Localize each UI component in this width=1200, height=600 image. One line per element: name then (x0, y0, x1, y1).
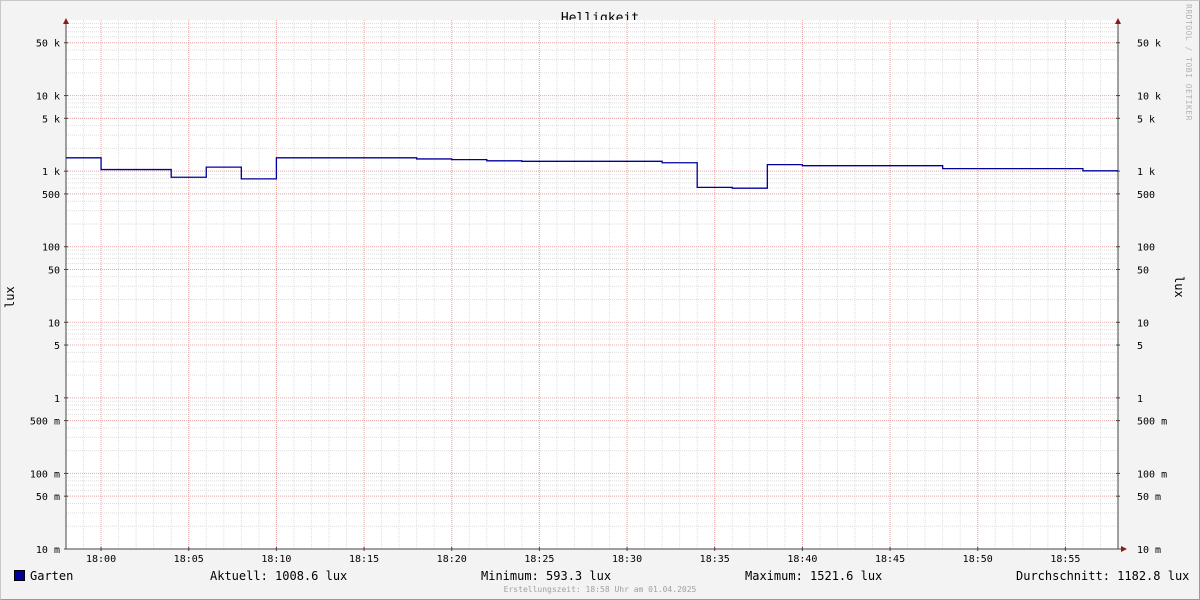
y-tick-label-left: 1 (54, 394, 60, 405)
x-tick-label: 18:35 (700, 554, 730, 565)
y-tick-labels-right: 50 k 10 k 5 k 1 k 500 100 50 10 5 1 500 m 100 m 50 m… (1137, 39, 1167, 556)
legend-minimum: Minimum: 593.3 lux (481, 569, 612, 583)
y-tick-label-right: 100 (1137, 243, 1155, 254)
y-tick-label-right: 10 (1137, 318, 1149, 329)
legend-series-name: Garten (30, 569, 74, 583)
y-tick-label-left: 50 k (36, 39, 60, 50)
y-tick-label-right: 500 (1137, 190, 1155, 201)
y-tick-label-right: 10 k (1137, 92, 1161, 103)
x-tick-label: 18:25 (524, 554, 554, 565)
y-tick-label-left: 10 m (36, 545, 60, 556)
y-tick-label-left: 1 k (42, 167, 60, 178)
x-tick-label: 18:40 (787, 554, 817, 565)
y-tick-label-left: 10 k (36, 92, 60, 103)
y-tick-label-left: 500 (42, 190, 60, 201)
x-tick-label: 18:45 (875, 554, 905, 565)
legend-maximum: Maximum: 1521.6 lux (745, 569, 883, 583)
y-tick-label-right: 50 k (1137, 39, 1161, 50)
legend-swatch (14, 570, 25, 581)
y-tick-label-right: 50 m (1137, 492, 1161, 503)
y-tick-label-right: 100 m (1137, 469, 1167, 480)
y-tick-label-right: 500 m (1137, 417, 1167, 428)
y-axis-label-right: lux (1172, 276, 1186, 298)
y-tick-label-left: 10 (48, 318, 60, 329)
y-tick-label-left: 100 (42, 243, 60, 254)
legend-current: Aktuell: 1008.6 lux (210, 569, 348, 583)
y-tick-label-right: 5 k (1137, 114, 1155, 125)
x-tick-label: 18:15 (349, 554, 379, 565)
x-tick-label: 18:30 (612, 554, 642, 565)
y-tick-label-left: 5 (54, 341, 60, 352)
y-tick-label-left: 100 m (30, 469, 60, 480)
x-tick-label: 18:05 (174, 554, 204, 565)
y-tick-label-right: 10 m (1137, 545, 1161, 556)
y-tick-labels-left: 50 k 10 k 5 k 1 k 500 100 50 10 5 1 500 m 100 m 50 m… (30, 39, 60, 556)
y-tick-label-left: 50 m (36, 492, 60, 503)
grid-minor (65, 20, 1119, 549)
x-tick-label: 18:00 (86, 554, 116, 565)
y-tick-label-right: 1 k (1137, 167, 1155, 178)
x-tick-label: 18:55 (1050, 554, 1080, 565)
y-tick-label-left: 5 k (42, 114, 60, 125)
y-tick-label-right: 50 (1137, 265, 1149, 276)
x-axis-arrow (1121, 546, 1127, 552)
y-tick-label-left: 50 (48, 265, 60, 276)
creation-timestamp: Erstellungszeit: 18:58 Uhr am 01.04.2025 (503, 585, 697, 594)
x-tick-labels: 18:00 18:05 18:10 18:15 18:20 18:25 18:30 18:35… (86, 554, 1080, 565)
x-tick-label: 18:50 (963, 554, 993, 565)
x-tick-label: 18:20 (437, 554, 467, 565)
y-axis-label-left: lux (3, 286, 17, 308)
legend-series: Garten (14, 569, 73, 583)
chart-canvas: 50 k 10 k 5 k 1 k 500 100 50 10 5 1 500 m 100 m 50 m… (30, 18, 1167, 565)
y-tick-label-left: 500 m (30, 417, 60, 428)
y-tick-label-right: 5 (1137, 341, 1143, 352)
x-tick-label: 18:10 (261, 554, 291, 565)
y-tick-label-right: 1 (1137, 394, 1143, 405)
legend-average: Durchschnitt: 1182.8 lux (1016, 569, 1190, 583)
